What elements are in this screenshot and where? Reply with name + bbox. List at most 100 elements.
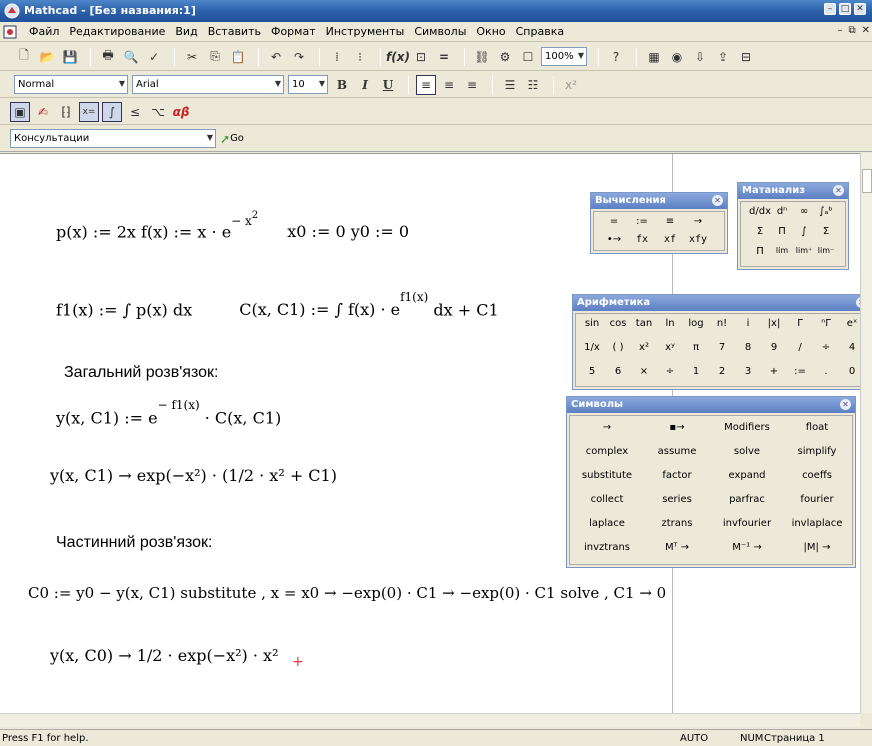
undo-icon[interactable]: ↶ — [266, 47, 286, 67]
arithmetic-button[interactable]: tan — [632, 318, 656, 329]
greek-palette-icon[interactable]: αβ — [171, 102, 191, 122]
zoom-select[interactable]: 100% ▼ — [541, 47, 587, 66]
go-arrow-icon[interactable]: ➚ Go — [220, 129, 244, 149]
arithmetic-button[interactable]: |x| — [762, 318, 786, 329]
evaluation-palette-icon[interactable]: x= — [79, 101, 99, 122]
arithmetic-button[interactable]: 9 — [762, 342, 786, 353]
close-button[interactable]: ✕ — [854, 3, 866, 15]
copy-icon[interactable]: ⎘ — [205, 47, 225, 67]
palette-button[interactable]: := — [628, 216, 656, 227]
symbolic-keyword-button[interactable]: series — [642, 494, 712, 505]
align-across-icon[interactable]: ⁞ — [327, 47, 347, 67]
align-center-icon[interactable]: ≡ — [439, 75, 459, 95]
calculate-icon[interactable]: = — [434, 47, 454, 67]
matrix-palette-icon[interactable]: ⁅⁆ — [56, 102, 76, 122]
derivative-icon[interactable]: d/dx — [749, 206, 771, 217]
tip-icon[interactable]: ◉ — [667, 47, 687, 67]
right-limit-icon[interactable]: lim⁺ — [793, 246, 815, 255]
symbolic-keyword-button[interactable]: parfrac — [712, 494, 782, 505]
definite-integral-icon[interactable]: ∫ₐᵇ — [815, 206, 837, 217]
menu-view[interactable]: Вид — [170, 25, 202, 38]
arithmetic-button[interactable]: x² — [632, 342, 656, 353]
palette-button[interactable]: fx — [628, 234, 656, 245]
web-icon[interactable]: ⊟ — [736, 47, 756, 67]
arithmetic-button[interactable]: 2 — [710, 366, 734, 377]
infinity-icon[interactable]: ∞ — [793, 206, 815, 217]
close-icon[interactable]: ✕ — [712, 195, 723, 206]
arithmetic-button[interactable]: . — [814, 366, 838, 377]
arithmetic-button[interactable]: 6 — [606, 366, 630, 377]
symbolic-keyword-button[interactable]: complex — [572, 446, 642, 457]
spell-check-icon[interactable]: ✓ — [144, 47, 164, 67]
symbolic-keyword-button[interactable]: laplace — [572, 518, 642, 529]
menu-tools[interactable]: Инструменты — [321, 25, 410, 38]
align-right-icon[interactable]: ≡ — [462, 75, 482, 95]
symbolic-keyword-button[interactable]: Mᵀ → — [642, 542, 712, 553]
arithmetic-button[interactable]: × — [632, 366, 656, 377]
symbolic-keyword-button[interactable]: invfourier — [712, 518, 782, 529]
arithmetic-button[interactable]: cos — [606, 318, 630, 329]
math-general-solution[interactable]: y(x, C1) := e− f1(x) · C(x, C1) — [56, 398, 281, 427]
cut-icon[interactable]: ✂ — [182, 47, 202, 67]
vertical-scrollbar[interactable] — [860, 153, 872, 713]
insert-hyperlink-icon[interactable]: ⛓ — [472, 47, 492, 67]
graph-palette-icon[interactable]: ✍ — [33, 102, 53, 122]
arithmetic-button[interactable]: 8 — [736, 342, 760, 353]
insert-function-icon[interactable]: f(x) — [386, 47, 410, 67]
symbolic-keyword-button[interactable]: ztrans — [642, 518, 712, 529]
numbering-icon[interactable]: ☷ — [523, 75, 543, 95]
programming-palette-icon[interactable]: ⌥ — [148, 102, 168, 122]
menu-help[interactable]: Справка — [511, 25, 569, 38]
sum-icon[interactable]: Σ — [749, 226, 771, 237]
arithmetic-button[interactable]: ÷ — [814, 342, 838, 353]
redo-icon[interactable]: ↷ — [289, 47, 309, 67]
maximize-button[interactable]: □ — [839, 3, 851, 15]
symbolic-keyword-button[interactable]: coeffs — [782, 470, 852, 481]
align-left-icon[interactable]: ≡ — [416, 74, 436, 95]
arithmetic-button[interactable]: 1/x — [580, 342, 604, 353]
arithmetic-button[interactable]: ÷ — [658, 366, 682, 377]
open-icon[interactable]: 📂 — [37, 47, 57, 67]
nth-derivative-icon[interactable]: dⁿ — [771, 206, 793, 217]
menu-file[interactable]: Файл — [24, 25, 64, 38]
doc-close-icon[interactable]: ✕ — [862, 25, 870, 36]
math-general-result[interactable]: y(x, C1) → exp(−x²) · (1/2 · x² + C1) — [50, 466, 337, 485]
menu-format[interactable]: Формат — [266, 25, 321, 38]
palette-button[interactable]: xfy — [684, 234, 712, 245]
calculus-palette-icon[interactable]: ∫ — [102, 101, 122, 122]
italic-button[interactable]: I — [355, 75, 375, 95]
arithmetic-button[interactable]: i — [736, 318, 760, 329]
palette-button[interactable]: •→ — [600, 234, 628, 245]
arithmetic-button[interactable]: 0 — [840, 366, 860, 377]
limit-icon[interactable]: lim — [771, 246, 793, 255]
symbolic-keyword-button[interactable]: expand — [712, 470, 782, 481]
horizontal-scrollbar[interactable] — [0, 713, 860, 727]
left-limit-icon[interactable]: lim⁻ — [815, 246, 837, 255]
scroll-thumb[interactable] — [862, 169, 872, 193]
size-select[interactable]: 10 ▼ — [288, 75, 328, 94]
symbolic-keyword-button[interactable]: collect — [572, 494, 642, 505]
doc-restore-icon[interactable]: ⧉ — [848, 25, 855, 36]
arithmetic-button[interactable]: π — [684, 342, 708, 353]
math-constant-solve[interactable]: C0 := y0 − y(x, C1) substitute , x = x0 … — [28, 584, 666, 602]
arithmetic-button[interactable]: ln — [658, 318, 682, 329]
symbolic-keyword-button[interactable]: assume — [642, 446, 712, 457]
symbolic-keyword-button[interactable]: float — [782, 422, 852, 433]
document-icon[interactable] — [2, 25, 18, 39]
symbolic-keyword-button[interactable]: substitute — [572, 470, 642, 481]
worksheet-area[interactable]: p(x) := 2x f(x) := x · e− x2 x0 := 0 y0 … — [0, 153, 860, 713]
menu-symbolics[interactable]: Символы — [409, 25, 471, 38]
palette-button[interactable]: = — [600, 216, 628, 227]
paste-icon[interactable]: 📋 — [228, 47, 248, 67]
style-select[interactable]: Normal ▼ — [14, 75, 128, 94]
arithmetic-button[interactable]: ⁿΓ — [814, 318, 838, 329]
symbolic-keyword-button[interactable]: solve — [712, 446, 782, 457]
arithmetic-button[interactable]: := — [788, 366, 812, 377]
bullets-icon[interactable]: ☰ — [500, 75, 520, 95]
resource-center-icon[interactable]: ▦ — [644, 47, 664, 67]
symbolic-keyword-button[interactable]: → — [572, 422, 642, 433]
math-definitions-line[interactable]: p(x) := 2x f(x) := x · e− x2 x0 := 0 y0 … — [56, 210, 409, 241]
help-icon[interactable]: ? — [606, 47, 626, 67]
arithmetic-button[interactable]: log — [684, 318, 708, 329]
palette-button[interactable]: ≡ — [656, 216, 684, 227]
